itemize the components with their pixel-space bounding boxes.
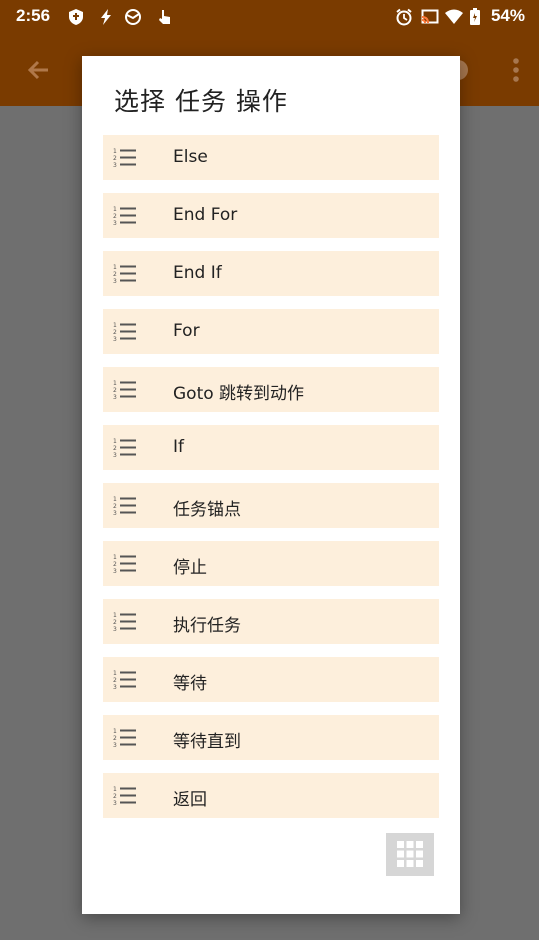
more-vert-icon[interactable]: [511, 56, 521, 84]
action-list: 1 2 3 Else 1 2 3 End For 1 2 3 End If 1 2 3 For 1 2 3 Goto …: [103, 135, 439, 831]
action-item-label: Goto 跳转到动作: [173, 384, 305, 404]
svg-text:2: 2: [113, 503, 117, 510]
select-action-dialog: 选择 任务 操作 1 2 3 Else 1 2 3 End For 1 2 3 End If 1 2 3 Fo…: [82, 56, 460, 914]
numbered-list-icon: 123: [113, 206, 136, 227]
svg-text:1: 1: [113, 148, 117, 155]
svg-text:3: 3: [113, 626, 117, 633]
svg-text:3: 3: [113, 220, 117, 227]
action-item-label: 执行任务: [173, 616, 241, 636]
action-item[interactable]: 1 2 3 Else: [103, 135, 439, 180]
svg-text:1: 1: [113, 264, 117, 271]
action-item-label: End If: [173, 263, 222, 283]
action-item[interactable]: 1 2 3 Goto 跳转到动作: [103, 367, 439, 412]
globe-icon: [125, 9, 141, 25]
svg-text:1: 1: [113, 554, 117, 561]
flash-icon: [101, 9, 111, 25]
wifi-icon: [445, 9, 463, 24]
action-item[interactable]: 1 2 3 停止: [103, 541, 439, 586]
action-item-label: 等待直到: [173, 732, 241, 752]
numbered-list-icon: 123: [113, 728, 136, 749]
svg-text:3: 3: [113, 684, 117, 691]
numbered-list-icon: 123: [113, 554, 136, 575]
battery-percentage: 54%: [490, 6, 525, 25]
svg-text:3: 3: [113, 510, 117, 517]
svg-text:1: 1: [113, 786, 117, 793]
dialog-title: 选择 任务 操作: [114, 87, 288, 116]
svg-text:2: 2: [113, 271, 117, 278]
svg-text:1: 1: [113, 438, 117, 445]
svg-text:3: 3: [113, 742, 117, 749]
action-item-label: For: [173, 321, 200, 341]
svg-text:3: 3: [113, 278, 117, 285]
svg-text:2: 2: [113, 445, 117, 452]
arrow-left-icon[interactable]: [24, 56, 52, 84]
action-item-label: 等待: [173, 674, 207, 694]
numbered-list-icon: 123: [113, 612, 136, 633]
svg-text:1: 1: [113, 612, 117, 619]
shield-icon: [69, 9, 83, 25]
svg-text:1: 1: [113, 380, 117, 387]
action-item-label: If: [173, 437, 184, 457]
cast-icon: [421, 9, 439, 24]
tap-icon: [159, 10, 170, 24]
svg-text:3: 3: [113, 162, 117, 169]
svg-text:2: 2: [113, 677, 117, 684]
numbered-list-icon: 123: [113, 670, 136, 691]
action-item-label: Else: [173, 147, 208, 167]
action-item-label: 停止: [173, 558, 207, 578]
numbered-list-icon: 123: [113, 322, 136, 343]
svg-text:3: 3: [113, 336, 117, 343]
svg-text:1: 1: [113, 206, 117, 213]
action-item[interactable]: 1 2 3 End For: [103, 193, 439, 238]
status-time: 2:56: [16, 6, 51, 25]
svg-text:2: 2: [113, 155, 117, 162]
svg-text:3: 3: [113, 568, 117, 575]
svg-text:3: 3: [113, 394, 117, 401]
action-item-label: End For: [173, 205, 238, 225]
action-item[interactable]: 1 2 3 等待直到: [103, 715, 439, 760]
svg-text:1: 1: [113, 322, 117, 329]
svg-text:3: 3: [113, 452, 117, 459]
numbered-list-icon: 123: [113, 148, 136, 169]
action-item-label: 返回: [173, 790, 207, 810]
action-item[interactable]: 1 2 3 For: [103, 309, 439, 354]
grid-icon: [397, 841, 423, 867]
svg-text:1: 1: [113, 496, 117, 503]
svg-text:3: 3: [113, 800, 117, 807]
svg-text:2: 2: [113, 561, 117, 568]
numbered-list-icon: 123: [113, 380, 136, 401]
numbered-list-icon: 123: [113, 786, 136, 807]
action-item[interactable]: 1 2 3 执行任务: [103, 599, 439, 644]
action-item[interactable]: 1 2 3 End If: [103, 251, 439, 296]
svg-text:1: 1: [113, 670, 117, 677]
svg-text:2: 2: [113, 735, 117, 742]
battery-icon: [470, 8, 480, 25]
status-bar: 2:56 54%: [0, 0, 539, 34]
alarm-icon: [396, 8, 412, 26]
action-item[interactable]: 1 2 3 返回: [103, 773, 439, 818]
svg-text:2: 2: [113, 793, 117, 800]
action-item[interactable]: 1 2 3 If: [103, 425, 439, 470]
numbered-list-icon: 123: [113, 496, 136, 517]
numbered-list-icon: 123: [113, 264, 136, 285]
svg-text:2: 2: [113, 387, 117, 394]
numbered-list-icon: 123: [113, 438, 136, 459]
action-item[interactable]: 1 2 3 等待: [103, 657, 439, 702]
action-item-label: 任务锚点: [173, 500, 241, 520]
svg-text:1: 1: [113, 728, 117, 735]
svg-text:2: 2: [113, 329, 117, 336]
action-item[interactable]: 1 2 3 任务锚点: [103, 483, 439, 528]
svg-text:2: 2: [113, 213, 117, 220]
grid-view-button[interactable]: [386, 833, 434, 876]
svg-text:2: 2: [113, 619, 117, 626]
